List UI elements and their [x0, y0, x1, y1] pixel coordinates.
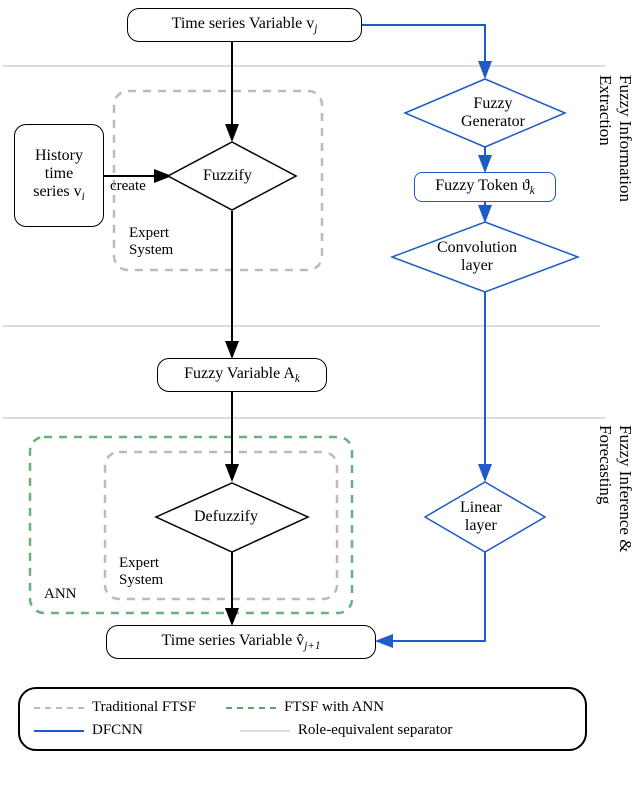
input-text: Time series Variable vj [172, 15, 318, 35]
legend: Traditional FTSF FTSF with ANN DFCNN Rol… [18, 687, 587, 751]
expert-system-1: Expert System [129, 225, 173, 259]
legend-separator: Role-equivalent separator [240, 722, 453, 739]
diamonds [0, 0, 640, 785]
create-label: create [110, 178, 146, 195]
input-box: Time series Variable vj [127, 8, 362, 42]
side-label-extraction: Fuzzy Information Extraction [595, 75, 635, 202]
history-box: History time series vi [14, 124, 104, 227]
linear-label: Linear layer [460, 499, 502, 535]
fuzzy-token-text: Fuzzy Token ϑk [435, 177, 534, 197]
fuzzy-variable-text: Fuzzy Variable Ak [184, 365, 300, 385]
history-text: History time series vi [33, 147, 85, 203]
conv-label: Convolution layer [437, 239, 517, 275]
expert-system-2: Expert System [119, 555, 163, 589]
defuzzify-label: Defuzzify [194, 508, 258, 526]
output-text: Time series Variable v̂j+1 [162, 632, 321, 652]
fuzzy-token-box: Fuzzy Token ϑk [414, 172, 556, 202]
legend-tradftsf: Traditional FTSF [34, 699, 196, 716]
fuzzy-variable-box: Fuzzy Variable Ak [157, 358, 327, 392]
fuzzy-gen-label: Fuzzy Generator [461, 95, 525, 131]
side-label-inference: Fuzzy Inference & Forecasting [595, 425, 635, 552]
fuzzify-label: Fuzzify [203, 167, 252, 185]
output-box: Time series Variable v̂j+1 [106, 625, 376, 659]
legend-dfcnn: DFCNN [34, 722, 143, 739]
ann-label: ANN [44, 586, 77, 603]
legend-ftsf-ann: FTSF with ANN [226, 699, 384, 716]
